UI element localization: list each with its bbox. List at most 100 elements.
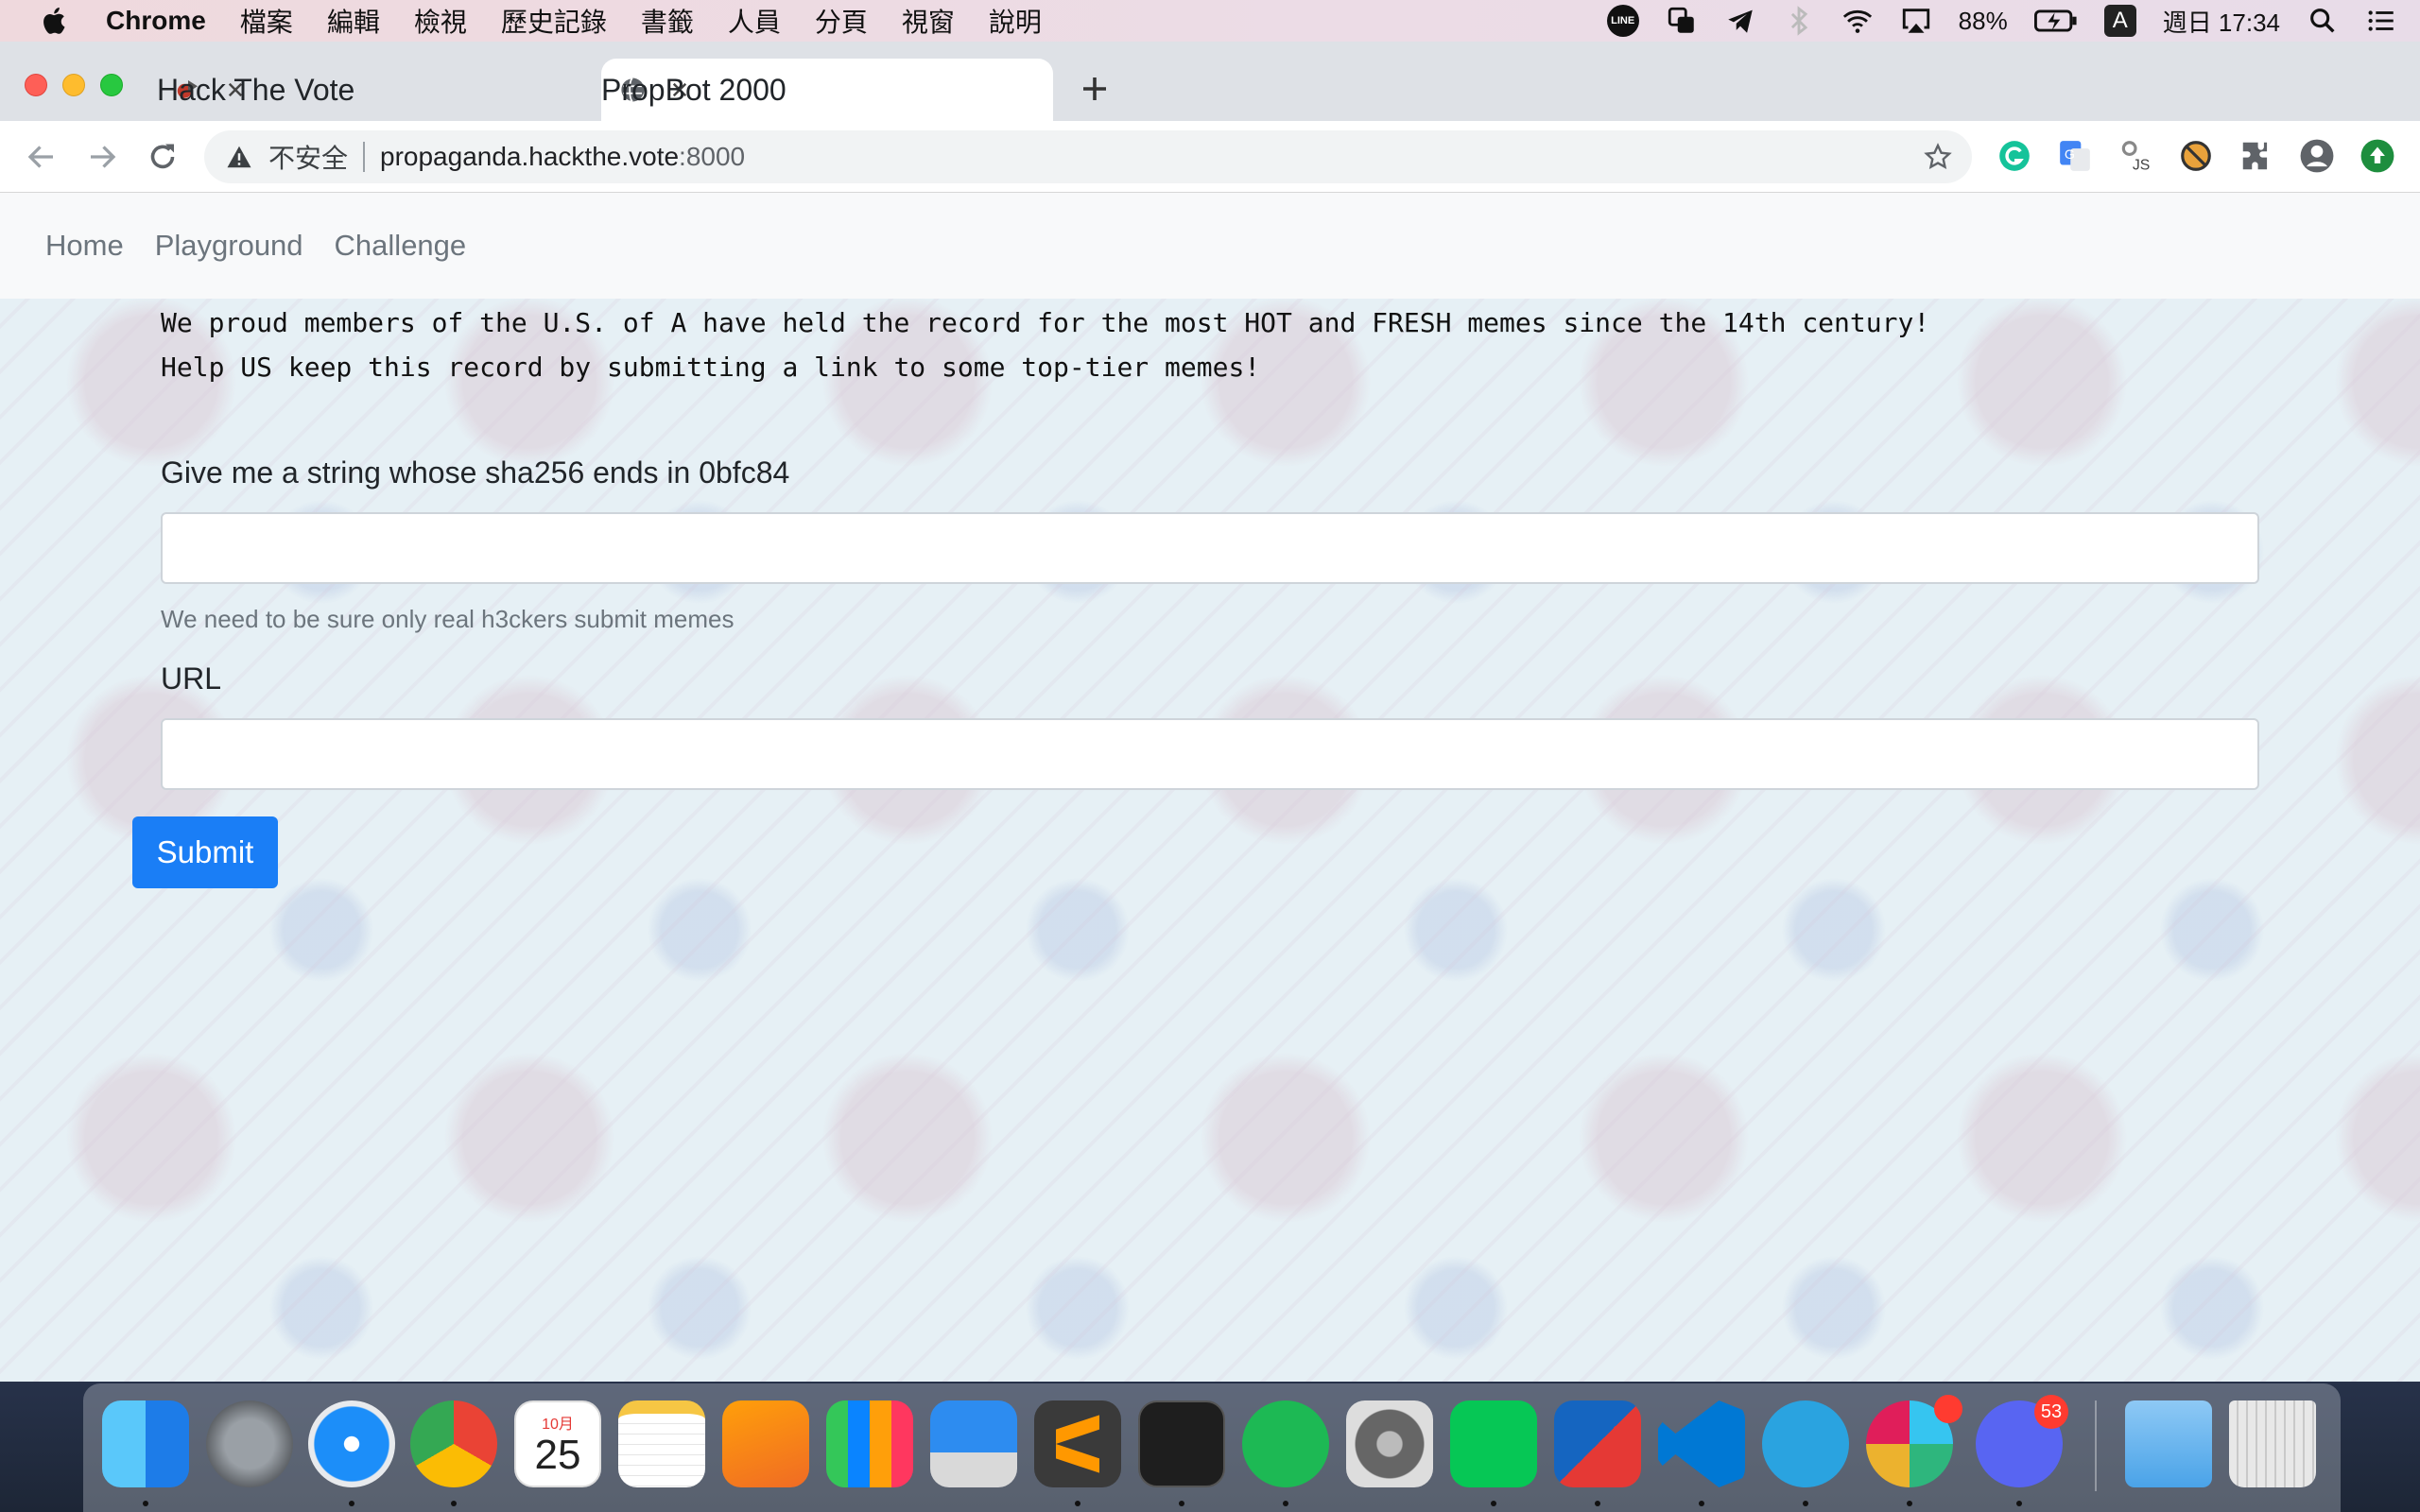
launchpad-rocket-icon[interactable]	[206, 1400, 293, 1487]
submit-button[interactable]: Submit	[132, 816, 278, 888]
profile-avatar-icon[interactable]	[2299, 138, 2335, 174]
not-secure-label[interactable]: 不安全	[268, 138, 348, 176]
blocker-extension-icon[interactable]	[2178, 138, 2214, 174]
terminal-running-dot	[1179, 1501, 1184, 1506]
url-input[interactable]	[161, 718, 2259, 790]
address-separator	[363, 142, 366, 172]
battery-percent: 88%	[1958, 6, 2008, 35]
svg-text:G: G	[2065, 147, 2075, 163]
window-minimize-button[interactable]	[62, 74, 85, 96]
grammarly-extension-icon[interactable]	[1996, 138, 2032, 174]
finder-icon[interactable]	[102, 1400, 189, 1487]
safari-compass-icon[interactable]	[308, 1400, 395, 1487]
menu-bar: Chrome 檔案 編輯 檢視 歷史記錄 書籤 人員 分頁 視窗 說明 LINE…	[0, 0, 2420, 42]
bluetooth-icon[interactable]	[1783, 5, 1815, 37]
site-navbar: Home Playground Challenge	[0, 193, 2420, 299]
reload-icon[interactable]	[146, 140, 180, 174]
tab-title: PropBot 2000	[601, 72, 786, 107]
remote-desktop-icon[interactable]	[1554, 1400, 1641, 1487]
dock-divider	[2095, 1400, 2097, 1491]
vscode-running-dot	[1699, 1501, 1704, 1506]
menu-help[interactable]: 說明	[989, 2, 1042, 40]
back-arrow-icon[interactable]	[25, 140, 59, 174]
telegram-app-icon[interactable]	[1762, 1400, 1849, 1487]
url-port: :8000	[679, 142, 746, 171]
finder-running-dot	[143, 1501, 148, 1506]
line-status-icon[interactable]: LINE	[1606, 5, 1639, 37]
address-bar[interactable]: 不安全 propaganda.hackthe.vote:8000	[204, 130, 1972, 183]
sublime-text-icon[interactable]	[1034, 1400, 1121, 1487]
tab-title: Hack The Vote	[157, 72, 355, 107]
pages-icon[interactable]	[722, 1400, 809, 1487]
remote-desktop-running-dot	[1595, 1501, 1600, 1506]
chrome-running-dot	[451, 1501, 457, 1506]
safari-running-dot	[349, 1501, 354, 1506]
window-close-button[interactable]	[25, 74, 47, 96]
proof-of-work-help: We need to be sure only real h3ckers sub…	[161, 605, 735, 633]
menu-history[interactable]: 歷史記錄	[501, 2, 607, 40]
tab-propbot-2000[interactable]: PropBot 2000	[601, 59, 1053, 121]
line-app-icon[interactable]	[1450, 1400, 1537, 1487]
sublime-s-icon	[1056, 1415, 1099, 1473]
extensions-puzzle-icon[interactable]	[2238, 138, 2274, 174]
svg-text:JS: JS	[2133, 157, 2150, 173]
warning-triangle-icon[interactable]	[225, 143, 253, 171]
telegram-running-dot	[1803, 1501, 1808, 1506]
apple-icon[interactable]	[38, 4, 72, 38]
trash-icon[interactable]	[2229, 1400, 2316, 1487]
spotlight-search-icon[interactable]	[2307, 5, 2339, 37]
menu-view[interactable]: 檢視	[414, 2, 467, 40]
control-center-list-icon[interactable]	[2365, 5, 2397, 37]
nav-link-challenge[interactable]: Challenge	[335, 229, 467, 263]
meme-form: We proud members of the U.S. of A have h…	[161, 299, 2259, 790]
tab-hack-the-vote[interactable]: Hack The Vote	[157, 59, 596, 121]
web-page: Home Playground Challenge We proud membe…	[0, 193, 2420, 1382]
nav-link-playground[interactable]: Playground	[155, 229, 303, 263]
telegram-status-icon[interactable]	[1724, 5, 1756, 37]
proof-of-work-input[interactable]	[161, 512, 2259, 584]
system-preferences-gear-icon[interactable]	[1346, 1400, 1433, 1487]
google-translate-extension-icon[interactable]: G	[2057, 138, 2093, 174]
proof-of-work-label: Give me a string whose sha256 ends in 0b…	[161, 455, 790, 490]
slack-notification-badge	[1934, 1395, 1962, 1423]
chrome-icon[interactable]	[410, 1400, 497, 1487]
menu-file[interactable]: 檔案	[240, 2, 293, 40]
discord-notification-badge: 53	[2034, 1395, 2068, 1429]
calendar-day: 25	[534, 1432, 581, 1478]
app-menu-chrome[interactable]: Chrome	[106, 6, 206, 36]
nav-link-home[interactable]: Home	[45, 229, 124, 263]
new-tab-plus-icon[interactable]	[1078, 72, 1112, 106]
forward-arrow-icon[interactable]	[85, 140, 119, 174]
menu-bookmarks[interactable]: 書籤	[641, 2, 694, 40]
terminal-icon[interactable]	[1138, 1400, 1225, 1487]
downloads-folder-icon[interactable]	[2125, 1400, 2212, 1487]
menu-window[interactable]: 視窗	[902, 2, 955, 40]
menu-tab[interactable]: 分頁	[815, 2, 868, 40]
line-running-dot	[1491, 1501, 1496, 1506]
intro-line-2: Help US keep this record by submitting a…	[161, 352, 1261, 383]
slack-running-dot	[1907, 1501, 1912, 1506]
menu-people[interactable]: 人員	[728, 2, 781, 40]
calendar-icon[interactable]: 10月 25	[514, 1400, 601, 1487]
browser-toolbar: 不安全 propaganda.hackthe.vote:8000 G JS	[0, 121, 2420, 193]
spotify-running-dot	[1283, 1501, 1288, 1506]
js-extension-icon[interactable]: JS	[2118, 138, 2153, 174]
input-source-badge[interactable]: A	[2103, 5, 2136, 37]
airplay-icon[interactable]	[1900, 5, 1932, 37]
bookmark-star-icon[interactable]	[1923, 142, 1953, 172]
battery-charging-icon[interactable]	[2033, 5, 2078, 37]
clock[interactable]: 週日 17:34	[2163, 4, 2280, 39]
keynote-icon[interactable]	[930, 1400, 1017, 1487]
notes-icon[interactable]	[618, 1400, 705, 1487]
screen-copy-icon[interactable]	[1666, 5, 1698, 37]
calendar-month: 10月	[542, 1417, 574, 1433]
discord-running-dot	[2016, 1501, 2022, 1506]
spotify-icon[interactable]	[1242, 1400, 1329, 1487]
url-label: URL	[161, 662, 222, 696]
window-zoom-button[interactable]	[100, 74, 123, 96]
wifi-icon[interactable]	[1841, 5, 1874, 37]
update-available-icon[interactable]	[2360, 138, 2395, 174]
sublime-running-dot	[1075, 1501, 1080, 1506]
menu-edit[interactable]: 編輯	[327, 2, 380, 40]
numbers-chart-icon[interactable]	[826, 1400, 913, 1487]
